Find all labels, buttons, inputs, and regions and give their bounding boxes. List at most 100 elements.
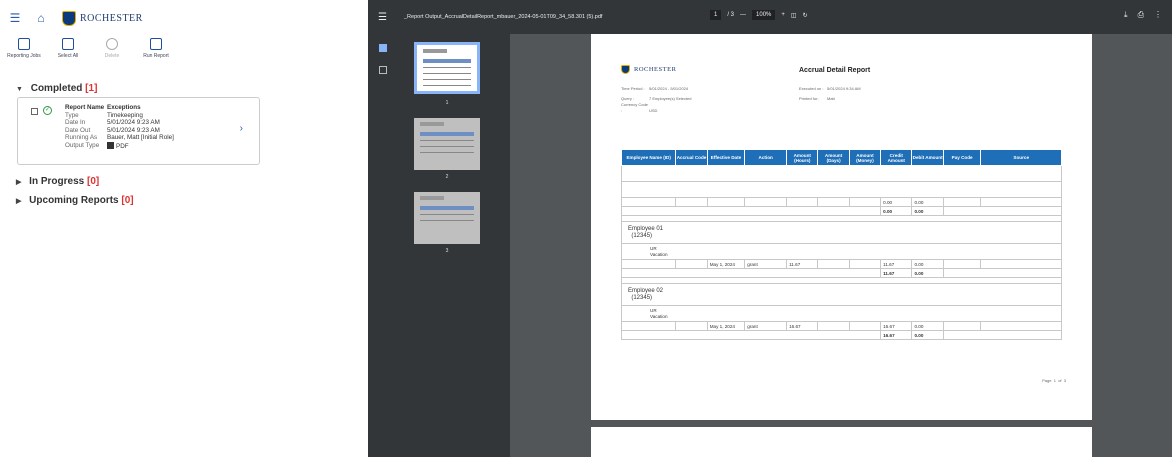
upcoming-label: Upcoming Reports [29,195,119,206]
select-all-button[interactable]: Select All [48,38,88,59]
table-row: 0.00 0.00 [620,206,1063,216]
outline-icon[interactable] [379,66,387,74]
date-in-key: Date In [65,119,86,127]
accrual-code-row: UR Vacation [621,305,1062,322]
run-report-button[interactable]: Run Report [136,38,176,59]
pdf-icon [107,141,114,149]
in-progress-section-header[interactable]: ▶ In Progress [0] [16,176,99,187]
run-report-icon [150,38,162,50]
thumbnail-pane: 1 2 3 [398,34,510,457]
sidebar-menu-icon[interactable]: ☰ [378,12,392,23]
shield-icon [621,65,630,74]
table-row: May 1, 2024 grant 11.67 11.67 0.00 [620,259,1062,269]
table-row: May 1, 2024 grant 16.67 16.67 0.00 [620,321,1062,331]
delete-label: Delete [104,53,120,59]
report-meta-right: Executed on :5/01/2024 9:34 AM Printed f… [799,86,861,101]
page-thumbnail[interactable] [414,192,480,244]
table-row: 11.67 0.00 [620,268,1063,278]
upcoming-count: [0] [121,195,134,206]
shield-icon [62,10,76,26]
delete-button[interactable]: Delete [92,38,132,59]
report-name-key: Report Name [65,104,105,111]
caret-right-icon: ▶ [16,179,22,186]
zoom-out-icon[interactable]: — [740,12,746,18]
zoom-in-icon[interactable]: + [781,12,785,18]
thumbnail-number: 2 [445,174,449,180]
report-job-card[interactable]: ✓ Report Name Exceptions Type Timekeeping … [17,97,260,165]
pdf-actions: ⤓ ⎙ ⋮ [1124,10,1162,20]
chevron-right-icon[interactable]: › [240,123,243,134]
job-checkbox[interactable] [31,108,38,115]
page-thumbnail[interactable] [414,118,480,170]
pdf-page: ROCHESTER Accrual Detail Report Time Per… [591,34,1092,420]
table-row: 0.00 0.00 [620,197,1062,207]
select-all-icon [62,38,74,50]
top-bar: ☰ ⌂ ROCHESTER [8,8,143,28]
reporting-jobs-icon [18,38,30,50]
success-check-icon: ✓ [43,106,52,115]
caret-right-icon: ▶ [16,198,22,205]
completed-section-header[interactable]: ▼ Completed [1] [16,83,97,94]
pdf-toolbar: ☰ _Report Output_AccrualDetailReport_mba… [368,0,1172,34]
upcoming-section-header[interactable]: ▶ Upcoming Reports [0] [16,195,134,206]
report-logo: ROCHESTER [621,65,676,74]
output-type-key: Output Type [65,141,100,149]
reporting-jobs-label: Reporting Jobs [7,53,41,59]
reporting-jobs-button[interactable]: Reporting Jobs [4,38,44,59]
caret-down-icon: ▼ [16,86,23,93]
type-key: Type [65,111,79,119]
university-logo: ROCHESTER [62,10,143,26]
report-name-value: Exceptions [107,104,141,111]
print-icon[interactable]: ⎙ [1138,10,1144,20]
pdf-filename: _Report Output_AccrualDetailReport_mbaue… [404,14,603,20]
reporting-panel: ☰ ⌂ ROCHESTER Reporting Jobs Select All … [0,0,368,457]
thumbnail-number: 1 [445,100,449,106]
fit-page-icon[interactable]: ◫ [791,12,797,19]
page-controls: 1 / 3 — 100% + ◫ ↻ [710,10,808,20]
accrual-code-row: UR Vacation [621,243,1062,260]
report-meta-left: Time Period :5/01/2024 - 5/01/2024 Query… [621,86,692,113]
select-all-label: Select All [57,53,79,59]
running-as-value: Bauer, Matt [Initial Role] [107,134,174,142]
running-as-key: Running As [65,134,98,142]
in-progress-count: [0] [86,176,100,187]
thumbnails-icon[interactable] [379,44,387,52]
table-row: 16.67 0.00 [620,330,1063,340]
report-title: Accrual Detail Report [799,67,871,74]
zoom-input[interactable]: 100% [752,10,776,20]
completed-label: Completed [30,83,83,94]
date-out-key: Date Out [65,126,91,134]
pdf-page-next [591,427,1092,457]
thumbnail-number: 3 [445,248,449,254]
rotate-icon[interactable]: ↻ [803,12,808,19]
job-details: Report Name Exceptions Type Timekeeping Da… [65,104,174,151]
menu-icon[interactable]: ☰ [8,11,22,25]
viewer-sidebar-rail [368,34,398,457]
employee-row: Employee 02 (12345) [621,283,1062,306]
actions-toolbar: Reporting Jobs Select All Delete Run Rep… [0,38,176,59]
table-header-row: Employee Name (ID) Accrual Code Effectiv… [620,149,1062,166]
page-footer: Page 1 of 3 [1042,378,1066,383]
type-value: Timekeeping [107,111,143,119]
page-number-input[interactable]: 1 [710,10,722,20]
output-type-value: PDF [116,142,129,150]
in-progress-label: In Progress [29,176,85,187]
table-row [621,181,1062,198]
accrual-table: Employee Name (ID) Accrual Code Effectiv… [620,149,1063,340]
pdf-viewer: ☰ _Report Output_AccrualDetailReport_mba… [368,0,1172,457]
report-logo-text: ROCHESTER [634,66,677,73]
home-icon[interactable]: ⌂ [34,11,48,25]
download-icon[interactable]: ⤓ [1124,10,1128,20]
app-root: ☰ ⌂ ROCHESTER Reporting Jobs Select All … [0,0,1172,457]
completed-count: [1] [85,83,98,94]
delete-icon [106,38,118,50]
table-row [621,165,1062,182]
more-options-icon[interactable]: ⋮ [1154,10,1162,20]
page-thumbnail[interactable] [414,42,480,94]
date-out-value: 5/01/2024 9:23 AM [107,126,160,134]
run-report-label: Run Report [143,53,169,59]
employee-row: Employee 01 (12345) [621,221,1062,244]
logo-text: ROCHESTER [80,12,143,24]
date-in-value: 5/01/2024 9:23 AM [107,119,160,127]
page-total: / 3 [727,12,735,18]
